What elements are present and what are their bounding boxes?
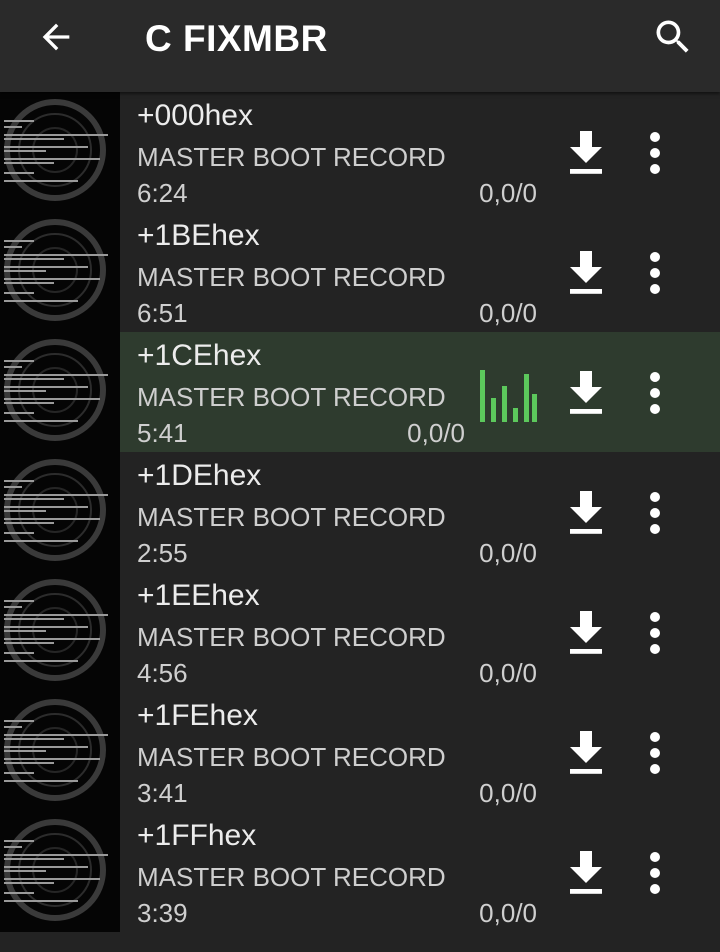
album-art-thumbnail <box>0 212 120 332</box>
track-row-1[interactable]: +000hex MASTER BOOT RECORD 6:24 0,0/0 <box>0 92 720 212</box>
track-stats: 0,0/0 <box>479 298 537 328</box>
track-stats: 0,0/0 <box>479 538 537 568</box>
more-vert-icon <box>650 852 660 894</box>
track-duration: 6:24 <box>137 178 188 208</box>
track-duration: 6:51 <box>137 298 188 328</box>
track-title: +000hex <box>137 99 253 132</box>
track-duration: 2:55 <box>137 538 188 568</box>
track-title: +1FEhex <box>137 699 258 732</box>
list-bottom-edge <box>0 932 720 952</box>
track-title: +1DEhex <box>137 459 262 492</box>
more-vert-icon <box>650 732 660 774</box>
download-icon <box>570 731 602 774</box>
download-button[interactable] <box>560 246 612 300</box>
track-artist: MASTER BOOT RECORD <box>137 502 446 532</box>
track-artist: MASTER BOOT RECORD <box>137 142 446 172</box>
track-row-2[interactable]: +1BEhex MASTER BOOT RECORD 6:51 0,0/0 <box>0 212 720 332</box>
download-icon <box>570 611 602 654</box>
more-options-button[interactable] <box>636 126 674 180</box>
track-list: +000hex MASTER BOOT RECORD 6:24 0,0/0 +1… <box>0 92 720 932</box>
track-stats: 0,0/0 <box>479 178 537 208</box>
download-button[interactable] <box>560 726 612 780</box>
equalizer-icon <box>480 370 537 422</box>
more-options-button[interactable] <box>636 486 674 540</box>
more-options-button[interactable] <box>636 606 674 660</box>
download-button[interactable] <box>560 846 612 900</box>
track-duration: 4:56 <box>137 658 188 688</box>
back-button[interactable] <box>28 14 84 60</box>
download-icon <box>570 851 602 894</box>
album-art-thumbnail <box>0 572 120 692</box>
more-vert-icon <box>650 612 660 654</box>
top-app-bar: C FIXMBR <box>0 0 720 92</box>
app-root: C FIXMBR +000hex MASTER BOOT RECORD 6:24… <box>0 0 720 952</box>
more-vert-icon <box>650 492 660 534</box>
search-button[interactable] <box>646 12 700 62</box>
download-button[interactable] <box>560 486 612 540</box>
more-options-button[interactable] <box>636 246 674 300</box>
track-title: +1BEhex <box>137 219 260 252</box>
download-button[interactable] <box>560 126 612 180</box>
track-duration: 3:39 <box>137 898 188 928</box>
album-art-thumbnail <box>0 332 120 452</box>
download-icon <box>570 371 602 414</box>
more-options-button[interactable] <box>636 366 674 420</box>
more-options-button[interactable] <box>636 726 674 780</box>
download-icon <box>570 131 602 174</box>
more-vert-icon <box>650 372 660 414</box>
track-stats: 0,0/0 <box>407 418 465 448</box>
track-artist: MASTER BOOT RECORD <box>137 742 446 772</box>
track-row-7[interactable]: +1FFhex MASTER BOOT RECORD 3:39 0,0/0 <box>0 812 720 932</box>
track-row-3[interactable]: +1CEhex MASTER BOOT RECORD 5:41 0,0/0 <box>0 332 720 452</box>
track-duration: 5:41 <box>137 418 188 448</box>
album-art-thumbnail <box>0 92 120 212</box>
page-title: C FIXMBR <box>145 18 328 59</box>
track-artist: MASTER BOOT RECORD <box>137 382 446 412</box>
more-options-button[interactable] <box>636 846 674 900</box>
track-title: +1CEhex <box>137 339 262 372</box>
track-title: +1EEhex <box>137 579 260 612</box>
search-icon <box>656 20 689 53</box>
arrow-back-icon <box>42 23 70 51</box>
track-row-6[interactable]: +1FEhex MASTER BOOT RECORD 3:41 0,0/0 <box>0 692 720 812</box>
track-stats: 0,0/0 <box>479 658 537 688</box>
track-artist: MASTER BOOT RECORD <box>137 862 446 892</box>
track-row-4[interactable]: +1DEhex MASTER BOOT RECORD 2:55 0,0/0 <box>0 452 720 572</box>
download-button[interactable] <box>560 606 612 660</box>
album-art-thumbnail <box>0 692 120 812</box>
download-icon <box>570 491 602 534</box>
track-row-5[interactable]: +1EEhex MASTER BOOT RECORD 4:56 0,0/0 <box>0 572 720 692</box>
track-artist: MASTER BOOT RECORD <box>137 262 446 292</box>
track-title: +1FFhex <box>137 819 257 852</box>
track-duration: 3:41 <box>137 778 188 808</box>
track-stats: 0,0/0 <box>479 778 537 808</box>
album-art-thumbnail <box>0 812 120 932</box>
album-art-thumbnail <box>0 452 120 572</box>
download-icon <box>570 251 602 294</box>
track-stats: 0,0/0 <box>479 898 537 928</box>
more-vert-icon <box>650 132 660 174</box>
track-artist: MASTER BOOT RECORD <box>137 622 446 652</box>
download-button[interactable] <box>560 366 612 420</box>
more-vert-icon <box>650 252 660 294</box>
